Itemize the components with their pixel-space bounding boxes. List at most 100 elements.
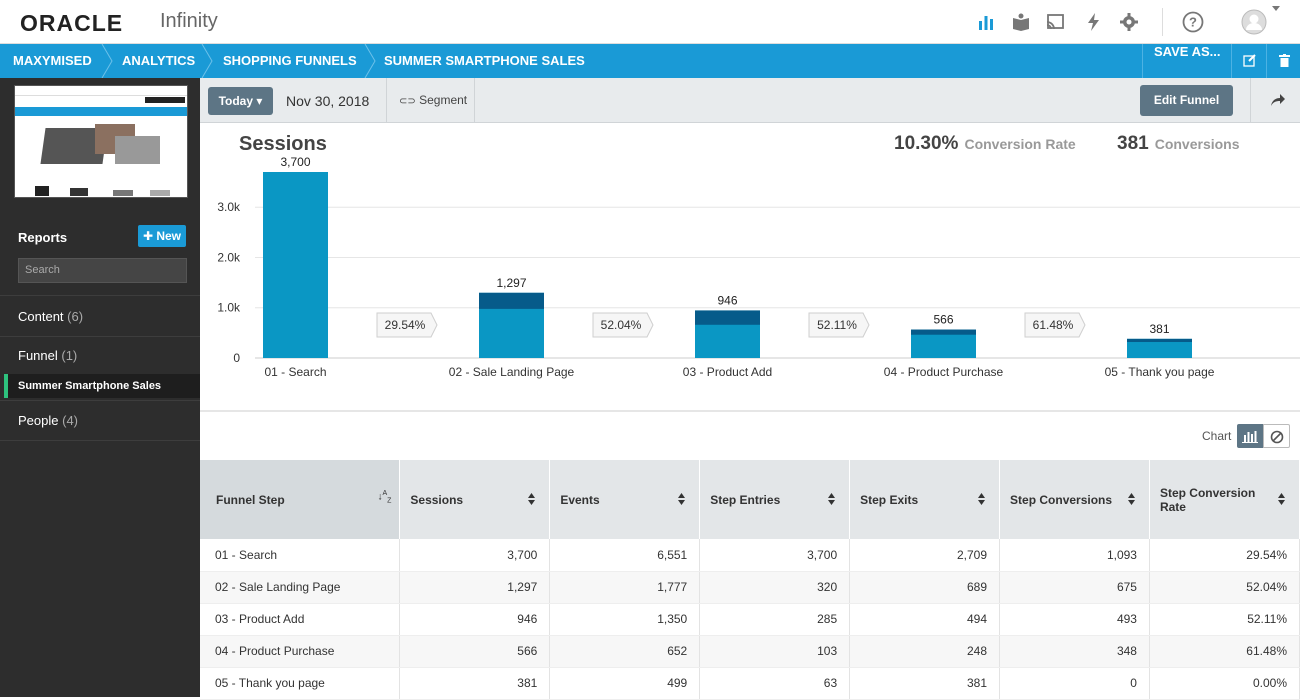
- segment-button[interactable]: ⊂⊃ Segment: [386, 78, 475, 123]
- save-as-button[interactable]: SAVE AS...: [1142, 44, 1231, 78]
- sidebar-group-funnel[interactable]: Funnel (1): [0, 336, 200, 374]
- breadcrumb-maxymised[interactable]: MAXYMISED: [13, 44, 92, 78]
- breadcrumb-shopping-funnels[interactable]: SHOPPING FUNNELS: [223, 44, 357, 78]
- sort-icon[interactable]: [678, 493, 686, 505]
- new-report-button[interactable]: ✚ New: [138, 225, 186, 247]
- segment-label: Segment: [419, 93, 468, 107]
- step-rate-label: 29.54%: [385, 318, 426, 332]
- date-range-label: Today: [218, 94, 254, 108]
- bar-chart-icon: [1242, 431, 1258, 443]
- table-cell-value: 348: [999, 635, 1150, 668]
- bar-entries-segment: [1127, 338, 1192, 343]
- caret-down-icon: ▾: [256, 94, 263, 108]
- sort-asc-icon[interactable]: ↓AZ: [377, 490, 391, 504]
- table-row[interactable]: 01 - Search 3,700 6,551 3,700 2,709 1,093 29.5…: [200, 539, 1300, 572]
- chevron-down-icon[interactable]: [1272, 6, 1280, 12]
- edit-icon: [1243, 54, 1256, 67]
- table-cell-value: 675: [999, 571, 1150, 604]
- sidebar-group-label: People: [18, 413, 59, 428]
- sort-icon[interactable]: [1127, 493, 1135, 505]
- user-avatar-icon[interactable]: [1241, 9, 1267, 35]
- column-header-label: Events: [560, 492, 600, 507]
- report-thumbnail[interactable]: [14, 85, 188, 198]
- bar-chart-icon[interactable]: [976, 12, 996, 32]
- breadcrumb: MAXYMISED ANALYTICS SHOPPING FUNNELS SUM…: [0, 44, 1300, 78]
- table-cell-value: 285: [699, 603, 851, 636]
- hide-chart-button[interactable]: [1263, 424, 1290, 448]
- bar-value-label: 566: [933, 313, 953, 327]
- segment-icon: ⊂⊃: [399, 96, 416, 107]
- sidebar-group-count: (1): [61, 348, 78, 363]
- bar-value-label: 946: [717, 293, 737, 307]
- sidebar-item-summer-smartphone-sales[interactable]: Summer Smartphone Sales: [4, 374, 200, 398]
- bar-entries-segment: [911, 329, 976, 335]
- sort-icon[interactable]: [1278, 493, 1285, 505]
- funnel-bar-chart: 0 1.0k 2.0k 3.0k 3,700 01 - Search 1,297 02 - S…: [217, 155, 1300, 379]
- table-cell-value: 1,777: [549, 571, 701, 604]
- sidebar-group-count: (6): [67, 309, 84, 324]
- funnel-chart-panel: Sessions 10.30% Conversion Rate 381 Conver…: [200, 123, 1300, 410]
- table-cell-step: 05 - Thank you page: [200, 667, 401, 700]
- table-cell-value: 52.11%: [1149, 603, 1300, 636]
- table-cell-value: 381: [849, 667, 1001, 700]
- sidebar-group-label: Funnel: [18, 348, 58, 363]
- breadcrumb-current-report: SUMMER SMARTPHONE SALES: [384, 53, 585, 68]
- breadcrumb-analytics[interactable]: ANALYTICS: [122, 44, 195, 78]
- share-button[interactable]: [1250, 78, 1300, 123]
- product-name: Infinity: [160, 10, 218, 32]
- y-tick-label: 0: [233, 351, 240, 365]
- bar: [263, 172, 328, 358]
- column-header-step-entries[interactable]: Step Entries: [699, 460, 851, 539]
- sort-icon[interactable]: [528, 493, 536, 505]
- column-header-sessions[interactable]: Sessions: [399, 460, 551, 539]
- table-cell-value: 2,709: [849, 539, 1001, 572]
- book-icon[interactable]: [1011, 12, 1031, 32]
- table-cell-value: 689: [849, 571, 1001, 604]
- column-header-step-conversions[interactable]: Step Conversions: [999, 460, 1150, 539]
- gear-icon[interactable]: [1119, 12, 1139, 32]
- sidebar-group-count: (4): [62, 413, 78, 428]
- x-category-label: 03 - Product Add: [683, 365, 772, 379]
- sort-icon[interactable]: [828, 493, 836, 505]
- table-cell-value: 3,700: [399, 539, 551, 572]
- help-icon[interactable]: ?: [1182, 11, 1204, 33]
- column-header-label: Step Conversions: [1010, 492, 1113, 507]
- column-header-events[interactable]: Events: [549, 460, 701, 539]
- bar-value-label: 1,297: [496, 276, 526, 290]
- chart-toggle-label: Chart: [1202, 429, 1232, 443]
- column-header-label: Step Conversion Rate: [1159, 485, 1256, 514]
- table-cell-value: 1,093: [999, 539, 1150, 572]
- column-header-label: Funnel Step: [216, 492, 285, 507]
- cast-icon[interactable]: [1045, 12, 1065, 32]
- report-search-input[interactable]: Search: [18, 258, 187, 283]
- bolt-icon[interactable]: [1084, 12, 1104, 32]
- table-row[interactable]: 04 - Product Purchase 566 652 103 248 348 61.4…: [200, 635, 1300, 668]
- table-row[interactable]: 05 - Thank you page 381 499 63 381 0 0.00%: [200, 667, 1300, 700]
- date-range-dropdown[interactable]: Today ▾: [208, 87, 273, 115]
- table-cell-value: 946: [399, 603, 551, 636]
- table-row[interactable]: 03 - Product Add 946 1,350 285 494 493 52.11%: [200, 603, 1300, 636]
- sidebar-group-people[interactable]: People (4): [0, 400, 200, 441]
- edit-funnel-button[interactable]: Edit Funnel: [1140, 85, 1233, 116]
- column-header-step-exits[interactable]: Step Exits: [849, 460, 1001, 539]
- table-row[interactable]: 02 - Sale Landing Page 1,297 1,777 320 689 67…: [200, 571, 1300, 604]
- table-cell-value: 320: [699, 571, 851, 604]
- table-cell-value: 0.00%: [1149, 667, 1300, 700]
- save-as-label: SAVE AS...: [1154, 44, 1221, 59]
- y-tick-label: 1.0k: [217, 301, 241, 315]
- show-chart-button[interactable]: [1237, 424, 1263, 448]
- column-header-funnel-step[interactable]: Funnel Step ↓AZ: [200, 460, 401, 539]
- edit-report-button[interactable]: [1231, 44, 1266, 78]
- bar-entries-segment: [479, 292, 544, 309]
- funnel-steps-table: Funnel Step ↓AZ Sessions Events Step Entr…: [200, 460, 1300, 700]
- bar-value-label: 381: [1149, 322, 1169, 336]
- column-header-label: Step Entries: [710, 492, 781, 507]
- sort-icon[interactable]: [978, 493, 986, 505]
- table-cell-value: 494: [849, 603, 1001, 636]
- sidebar-group-content[interactable]: Content (6): [0, 295, 200, 336]
- column-header-step-conversion-rate[interactable]: Step Conversion Rate: [1149, 460, 1300, 539]
- column-header-label: Sessions: [410, 492, 464, 507]
- delete-report-button[interactable]: [1266, 44, 1300, 78]
- plus-icon: ✚: [142, 229, 157, 243]
- new-report-label: New: [156, 229, 182, 243]
